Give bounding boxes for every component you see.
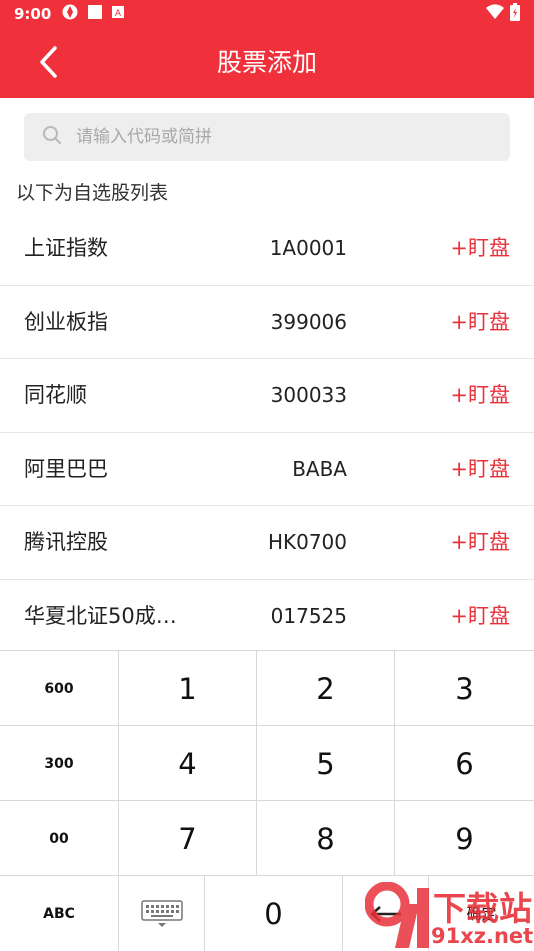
stock-code: HK0700 [267, 530, 347, 554]
list-item[interactable]: 同花顺 300033 +盯盘 [0, 359, 534, 433]
search-icon [42, 125, 62, 149]
add-watch-button[interactable]: +盯盘 [450, 359, 510, 432]
key-7[interactable]: 7 [119, 801, 257, 876]
key-600[interactable]: 600 [0, 651, 119, 726]
stock-name: 华夏北证50成… [24, 603, 177, 628]
backspace-icon [369, 905, 401, 922]
keyboard-row: ABC 0 确定 [0, 876, 534, 951]
svg-text:A: A [115, 9, 122, 19]
key-8[interactable]: 8 [257, 801, 395, 876]
key-9[interactable]: 9 [395, 801, 534, 876]
stock-code: 399006 [270, 309, 347, 334]
stock-code: BABA [292, 456, 347, 481]
keyboard-row: 600 1 2 3 [0, 651, 534, 726]
stock-name: 同花顺 [24, 383, 87, 407]
key-2[interactable]: 2 [257, 651, 395, 726]
key-4[interactable]: 4 [119, 726, 257, 801]
key-300[interactable]: 300 [0, 726, 119, 801]
numeric-keyboard: 600 1 2 3 300 4 5 6 00 7 8 9 ABC 0 确定 [0, 650, 534, 951]
wifi-icon [486, 4, 504, 24]
hide-keyboard-button[interactable] [119, 876, 205, 951]
stock-name: 上证指数 [24, 236, 108, 260]
stock-name: 创业板指 [24, 309, 108, 334]
list-item[interactable]: 腾讯控股 HK0700 +盯盘 [0, 506, 534, 580]
status-time: 9:00 [14, 5, 52, 23]
add-watch-button[interactable]: +盯盘 [450, 286, 510, 359]
add-watch-button[interactable]: +盯盘 [450, 212, 510, 285]
add-watch-button[interactable]: +盯盘 [450, 580, 510, 653]
delete-button[interactable] [343, 876, 429, 951]
stock-name: 腾讯控股 [24, 530, 108, 554]
font-icon: A [111, 5, 125, 23]
key-00[interactable]: 00 [0, 801, 119, 876]
aperture-icon [61, 3, 79, 25]
search-bar[interactable] [24, 113, 510, 161]
section-label: 以下为自选股列表 [16, 182, 169, 204]
add-watch-button[interactable]: +盯盘 [450, 506, 510, 579]
key-3[interactable]: 3 [395, 651, 534, 726]
add-watch-button[interactable]: +盯盘 [450, 433, 510, 506]
list-item[interactable]: 创业板指 399006 +盯盘 [0, 286, 534, 359]
key-5[interactable]: 5 [257, 726, 395, 801]
stock-list: 上证指数 1A0001 +盯盘 创业板指 399006 +盯盘 同花顺 3000… [0, 212, 534, 653]
keyboard-row: 00 7 8 9 [0, 801, 534, 876]
keyboard-icon [140, 899, 183, 927]
keyboard-row: 300 4 5 6 [0, 726, 534, 801]
page-title: 股票添加 [216, 48, 317, 77]
key-1[interactable]: 1 [119, 651, 257, 726]
stock-name: 阿里巴巴 [24, 456, 108, 481]
square-icon [87, 4, 103, 24]
list-item[interactable]: 上证指数 1A0001 +盯盘 [0, 212, 534, 286]
battery-icon [510, 3, 520, 25]
stock-code: 300033 [270, 383, 347, 407]
app-bar: 股票添加 [0, 28, 534, 98]
stock-code: 017525 [270, 603, 347, 628]
search-input[interactable] [76, 127, 476, 147]
list-item[interactable]: 华夏北证50成… 017525 +盯盘 [0, 580, 534, 654]
list-item[interactable]: 阿里巴巴 BABA +盯盘 [0, 433, 534, 506]
key-6[interactable]: 6 [395, 726, 534, 801]
status-bar: 9:00 A [0, 0, 534, 28]
key-0[interactable]: 0 [205, 876, 343, 951]
key-abc[interactable]: ABC [0, 876, 119, 951]
confirm-button[interactable]: 确定 [429, 876, 534, 951]
stock-code: 1A0001 [269, 236, 347, 260]
